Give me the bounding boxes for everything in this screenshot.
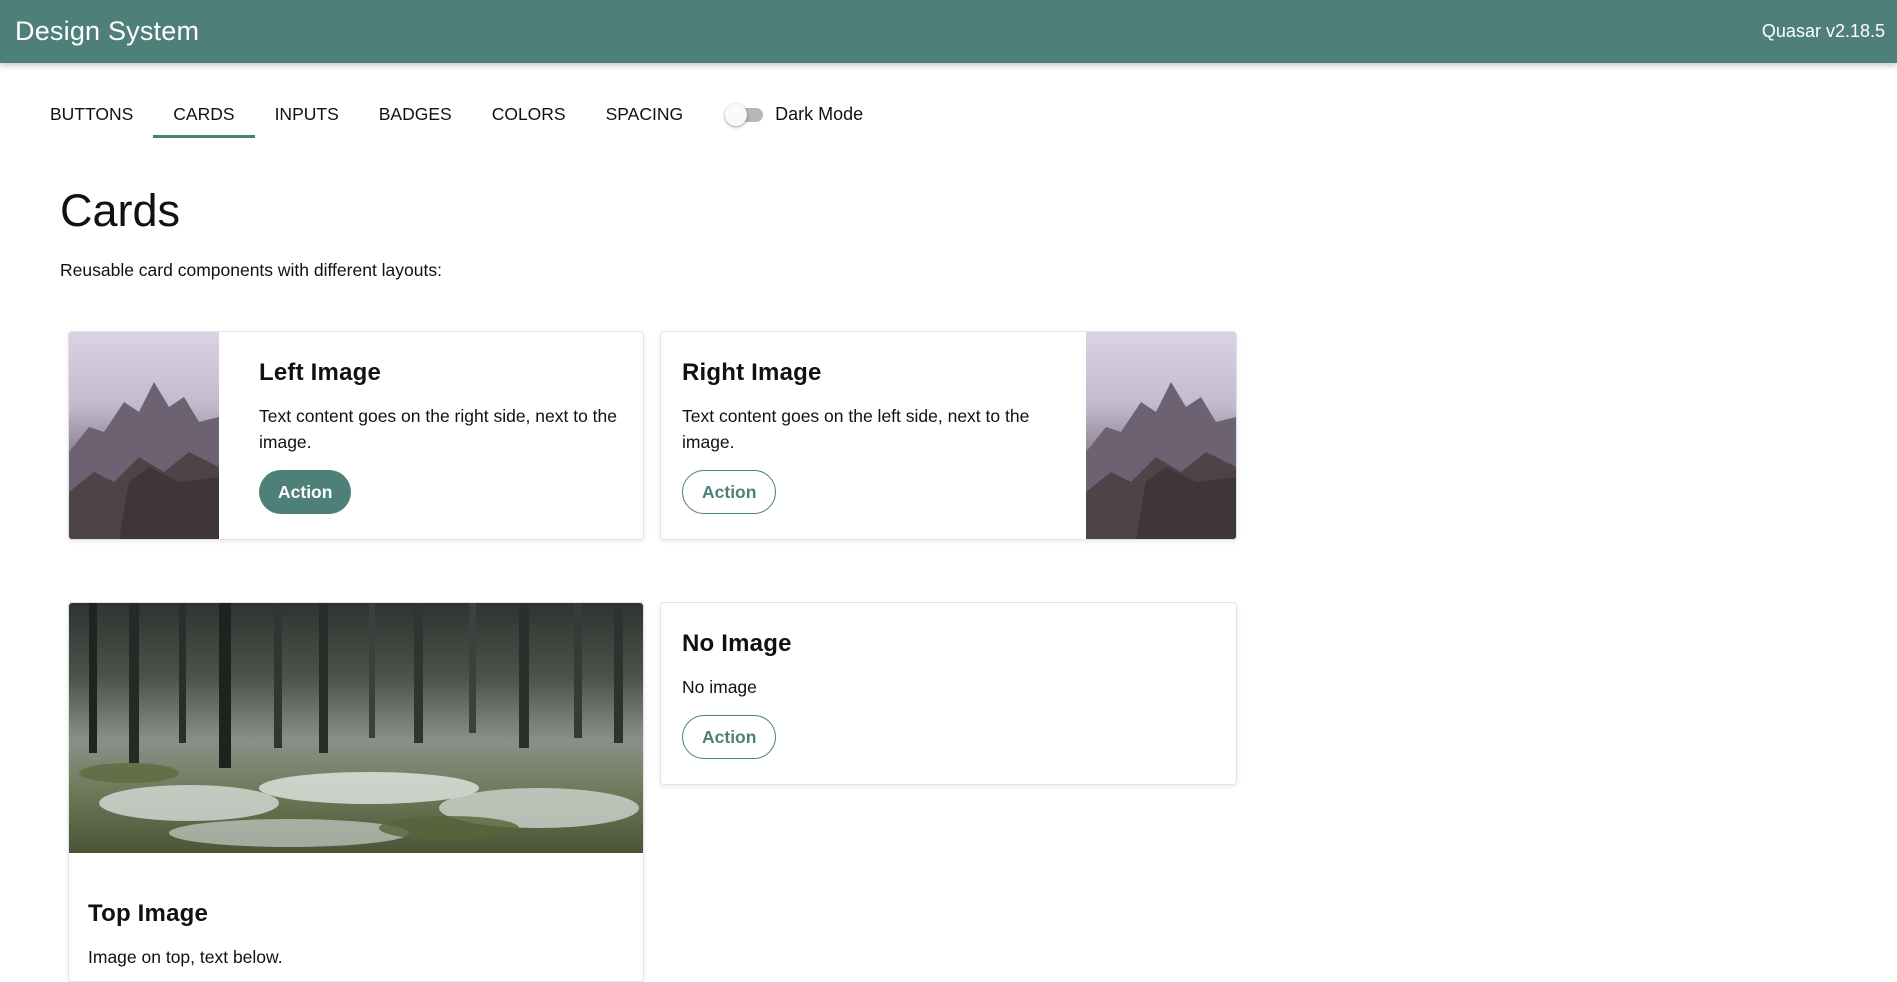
tab-label: COLORS: [491, 103, 566, 124]
card-title: Top Image: [88, 900, 209, 927]
page-title: Cards: [60, 185, 181, 236]
mountain-illustration: [1086, 382, 1236, 539]
mountain-image: [69, 332, 219, 539]
card-title: Right Image: [682, 359, 822, 386]
tab-spacing[interactable]: SPACING: [586, 90, 703, 138]
toggle-thumb: [725, 104, 748, 126]
card-title: No Image: [682, 630, 792, 657]
tab-label: BUTTONS: [50, 103, 134, 124]
tab-label: CARDS: [173, 103, 235, 124]
app-title: Design System: [15, 16, 200, 46]
app-header: Design System Quasar v2.18.5: [0, 0, 1897, 63]
tab-badges[interactable]: BADGES: [359, 90, 472, 138]
card-text: Text content goes on the left side, next…: [682, 406, 1030, 452]
tab-buttons[interactable]: BUTTONS: [30, 90, 153, 138]
card-text: No image: [682, 677, 757, 697]
tab-colors[interactable]: COLORS: [472, 90, 586, 138]
version-label: Quasar v2.18.5: [1761, 21, 1885, 41]
left-image-card: Left Image Text content goes on the righ…: [68, 331, 644, 540]
mountain-image: [1086, 332, 1236, 539]
forest-image: [69, 603, 643, 853]
card-text: Image on top, text below.: [88, 947, 283, 967]
card-title: Left Image: [259, 359, 382, 386]
tab-bar: BUTTONS CARDS INPUTS BADGES COLORS SPACI…: [30, 90, 863, 138]
action-button[interactable]: Action: [682, 470, 777, 514]
tab-cards[interactable]: CARDS: [153, 90, 255, 138]
action-button[interactable]: Action: [259, 470, 352, 514]
action-button[interactable]: Action: [682, 715, 777, 759]
dark-mode-label: Dark Mode: [775, 103, 864, 124]
tab-label: SPACING: [605, 103, 684, 124]
tab-label: INPUTS: [274, 103, 339, 124]
mountain-illustration: [69, 382, 219, 539]
dark-mode-toggle[interactable]: Dark Mode: [725, 90, 863, 138]
forest-illustration: [79, 603, 639, 847]
tab-label: BADGES: [378, 103, 452, 124]
card-text: Text content goes on the right side, nex…: [259, 406, 618, 452]
no-image-card: No Image No image Action: [660, 602, 1237, 785]
toggle-switch[interactable]: [725, 103, 765, 126]
right-image-card: Right Image Text content goes on the lef…: [660, 331, 1237, 540]
page-subtitle: Reusable card components with different …: [60, 260, 442, 280]
top-image-card: Top Image Image on top, text below.: [68, 602, 644, 982]
tab-inputs[interactable]: INPUTS: [255, 90, 359, 138]
